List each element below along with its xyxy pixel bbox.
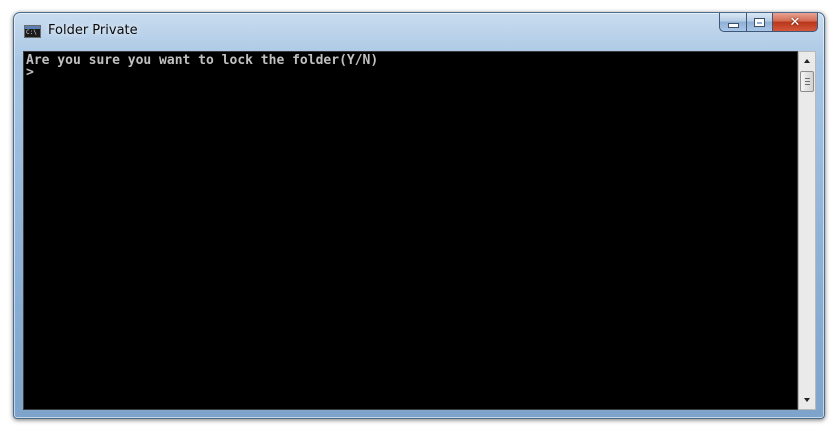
close-button[interactable]: ✕ — [773, 13, 818, 32]
title-bar[interactable]: Folder Private ✕ — [14, 13, 824, 51]
minimize-icon — [727, 22, 739, 28]
minimize-button[interactable] — [719, 13, 746, 32]
maximize-icon — [755, 18, 764, 26]
maximize-button[interactable] — [746, 13, 773, 32]
arrow-down-icon — [804, 398, 810, 402]
scroll-down-button[interactable] — [799, 392, 815, 408]
console-window: Folder Private ✕ Are you sure you want t… — [13, 12, 825, 419]
close-icon: ✕ — [789, 14, 801, 30]
console-input-cursor[interactable]: > — [26, 66, 34, 79]
console-prompt-question: Are you sure you want to lock the folder… — [26, 53, 379, 68]
console-output[interactable]: Are you sure you want to lock the folder… — [23, 51, 798, 410]
vertical-scrollbar[interactable] — [798, 51, 816, 410]
caption-buttons: ✕ — [719, 13, 818, 33]
console-icon[interactable] — [24, 25, 41, 38]
scroll-thumb[interactable] — [800, 71, 814, 92]
window-title: Folder Private — [48, 23, 138, 38]
scroll-up-button[interactable] — [799, 53, 815, 69]
arrow-up-icon — [804, 59, 810, 63]
